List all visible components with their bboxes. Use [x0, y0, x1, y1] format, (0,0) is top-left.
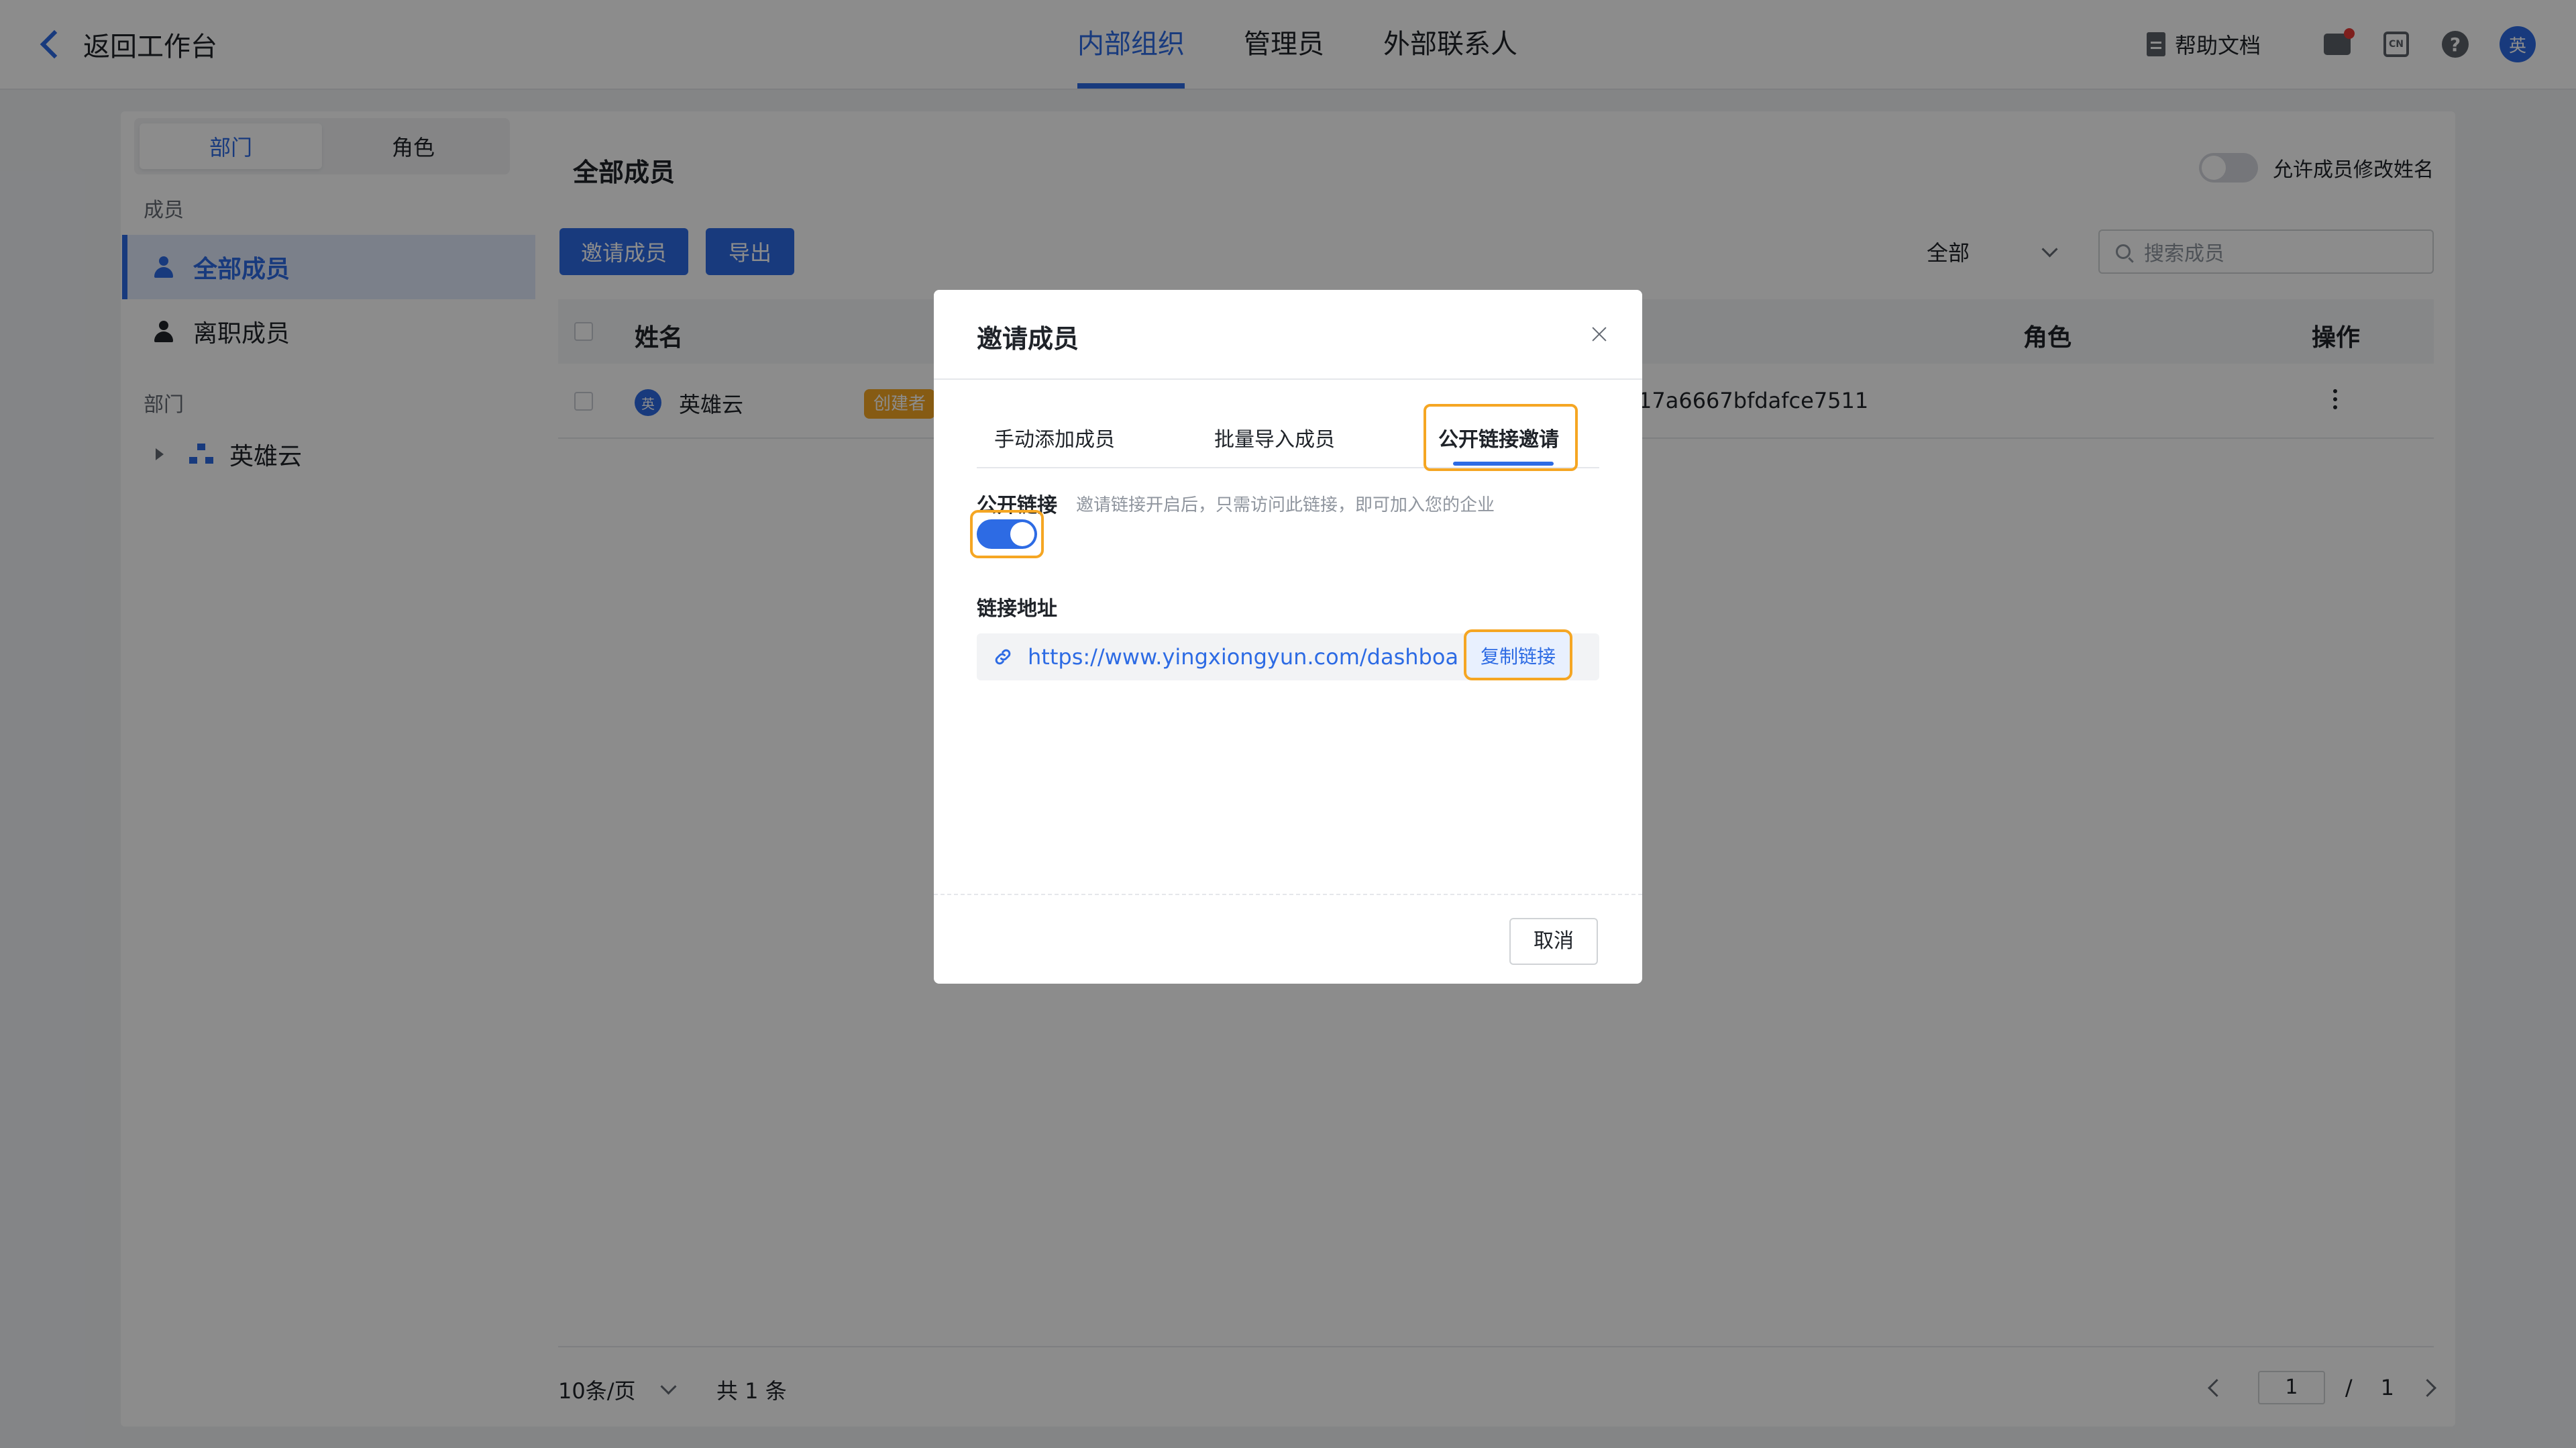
active-tab-indicator — [1453, 462, 1554, 466]
tab-manual-add[interactable]: 手动添加成员 — [994, 423, 1115, 452]
link-address-field: https://www.yingxiongyun.com/dashboa... … — [977, 629, 1599, 680]
close-icon[interactable] — [1589, 323, 1610, 345]
invite-member-dialog: 邀请成员 手动添加成员 批量导入成员 公开链接邀请 公开链接 邀请链接开启后，只… — [934, 290, 1642, 984]
dialog-footer: 取消 — [934, 894, 1642, 985]
tab-public-link[interactable]: 公开链接邀请 — [1438, 423, 1559, 452]
invite-link-url[interactable]: https://www.yingxiongyun.com/dashboa... — [1028, 644, 1457, 670]
cancel-button[interactable]: 取消 — [1509, 918, 1598, 965]
public-link-hint: 邀请链接开启后，只需访问此链接，即可加入您的企业 — [1076, 495, 1495, 515]
copy-link-button[interactable]: 复制链接 — [1465, 641, 1571, 672]
link-address-label: 链接地址 — [977, 597, 1057, 621]
dialog-header: 邀请成员 — [934, 290, 1642, 380]
dialog-tabs: 手动添加成员 批量导入成员 公开链接邀请 — [977, 404, 1599, 471]
link-icon — [995, 649, 1011, 665]
public-link-toggle[interactable] — [977, 519, 1037, 549]
tab-batch-import[interactable]: 批量导入成员 — [1214, 423, 1335, 452]
dialog-title: 邀请成员 — [977, 324, 1079, 354]
